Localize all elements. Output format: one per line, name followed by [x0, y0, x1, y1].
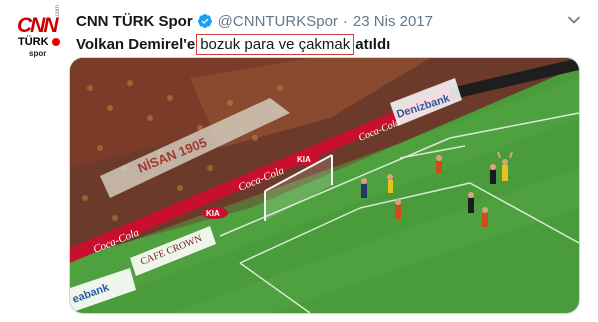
avatar-logo-dot [52, 38, 60, 46]
avatar-logo-cnn: CNN [17, 14, 58, 37]
tweet-text-part1: Volkan Demirel'e [76, 35, 196, 53]
verified-badge-icon [197, 13, 213, 29]
header-separator: · [342, 12, 348, 30]
account-handle[interactable]: @CNNTURKSpor [218, 13, 338, 30]
avatar-logo-com: .com [55, 4, 61, 18]
kia-board-2: KIA [206, 209, 220, 218]
avatar-logo-turk: TÜRK [18, 36, 49, 48]
tweet-text: Volkan Demirel'e bozuk para ve çakmak at… [76, 33, 390, 55]
stadium-scene: NİSAN 1905 Coca-Cola Coca-Cola Coca-Cola… [70, 58, 579, 313]
tweet-header: CNN TÜRK Spor @CNNTURKSpor · 23 Nis 2017 [76, 11, 433, 31]
tweet-card[interactable]: CNN .com TÜRK spor CNN TÜRK Spor @CNNTUR… [0, 0, 598, 322]
avatar-logo-spor: spor [29, 49, 47, 58]
chevron-down-icon[interactable] [567, 13, 581, 27]
tweet-date[interactable]: 23 Nis 2017 [353, 13, 433, 30]
avatar[interactable]: CNN .com TÜRK spor [15, 5, 65, 62]
account-name[interactable]: CNN TÜRK Spor [76, 13, 193, 30]
tweet-text-highlight: bozuk para ve çakmak [196, 33, 355, 55]
tweet-media-image[interactable]: NİSAN 1905 Coca-Cola Coca-Cola Coca-Cola… [69, 57, 580, 314]
kia-board: KIA [297, 155, 311, 164]
tweet-text-part2: atıldı [355, 35, 391, 53]
